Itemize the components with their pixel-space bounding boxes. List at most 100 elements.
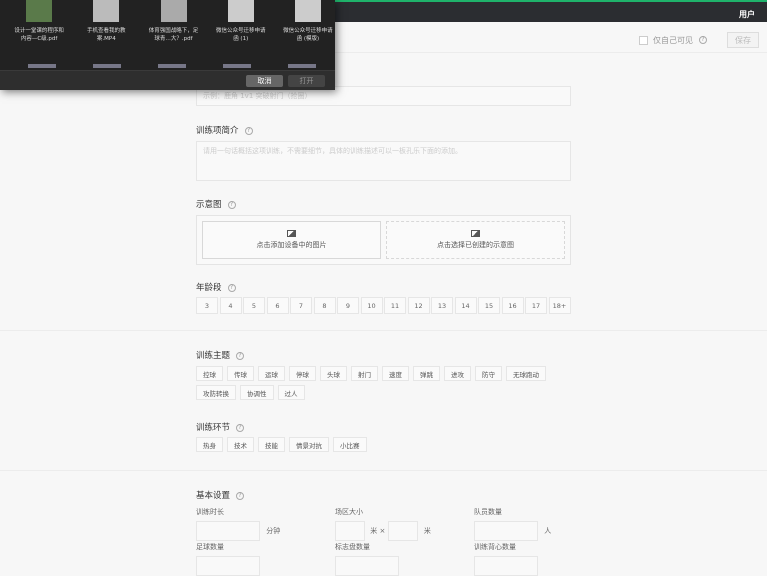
toolbar: 仅自己可见 ? 保存 [639, 32, 759, 48]
field-size-label: 场区大小 [335, 508, 363, 516]
age-label: 年龄段? [196, 281, 571, 293]
diagram-icon [471, 230, 480, 237]
age-option[interactable]: 9 [337, 297, 359, 314]
age-option[interactable]: 3 [196, 297, 218, 314]
duration-unit: 分钟 [266, 527, 281, 535]
theme-tag[interactable]: 协调性 [240, 385, 274, 400]
file-item[interactable]: 设计一堂课的程序和内容—C级.pdf [12, 0, 66, 43]
age-option[interactable]: 5 [243, 297, 265, 314]
file-thumbnail [160, 0, 187, 22]
theme-tag[interactable]: 头球 [320, 366, 347, 381]
file-name: 体育强国战略下，足球青…大？.pdf [148, 28, 199, 42]
theme-tag[interactable]: 进攻 [444, 366, 471, 381]
theme-tag[interactable]: 防守 [475, 366, 502, 381]
age-option[interactable]: 8 [313, 297, 336, 314]
help-icon[interactable]: ? [244, 126, 253, 135]
age-option[interactable]: 17 [525, 297, 547, 314]
basic-label: 基本设置? [196, 489, 571, 501]
cones-input[interactable] [335, 556, 399, 576]
help-icon[interactable]: ? [236, 491, 245, 500]
help-icon[interactable]: ? [227, 283, 236, 292]
cones-label: 标志盘数量 [335, 543, 370, 551]
theme-tag[interactable]: 攻防转换 [196, 385, 236, 400]
age-option[interactable]: 10 [360, 297, 383, 314]
file-item[interactable]: 手机查看我的教案.MP4 [79, 0, 133, 43]
help-icon[interactable]: ? [699, 36, 707, 44]
file-thumbnail [294, 0, 321, 22]
theme-tag[interactable]: 传球 [227, 366, 254, 381]
players-unit: 人 [544, 527, 552, 535]
stage-tag[interactable]: 小比赛 [333, 437, 367, 452]
divider [0, 330, 767, 331]
players-label: 队员数量 [474, 508, 502, 516]
intro-textarea[interactable]: 请用一句话概括这项训练，不需要细节，具体的训练描述可以一板孔乐下面的添加。 [196, 141, 571, 181]
file-name: 微信公众号迁移申请函 (模版) [283, 28, 333, 42]
select-diagram-button[interactable]: 点击选择已创建的示意图 [386, 221, 565, 259]
players-input[interactable] [474, 521, 538, 541]
theme-tag[interactable]: 停球 [289, 366, 316, 381]
file-thumbnail [26, 0, 53, 22]
file-item[interactable]: 微信公众号迁移申请函 (1) [214, 0, 268, 43]
stage-tag[interactable]: 技术 [227, 437, 254, 452]
age-option[interactable]: 11 [384, 297, 406, 314]
theme-tag[interactable]: 过人 [277, 385, 305, 400]
file-thumbnail [227, 0, 254, 22]
file-open-dialog: const tc=['#5a7a4a','#bbb','#aaa','#ccc'… [0, 0, 335, 90]
field-length-input[interactable] [335, 521, 365, 541]
help-icon[interactable]: ? [236, 423, 245, 432]
age-option[interactable]: 18+ [548, 297, 571, 314]
stage-tag[interactable]: 技能 [258, 437, 285, 452]
file-grid: const tc=['#5a7a4a','#bbb','#aaa','#ccc'… [0, 0, 335, 43]
age-option[interactable]: 15 [478, 297, 500, 314]
file-row-partial [28, 64, 316, 68]
stage-tag[interactable]: 情景对抗 [289, 437, 329, 452]
help-icon[interactable]: ? [227, 200, 236, 209]
field-width-input[interactable] [387, 521, 418, 541]
file-item[interactable]: 微信公众号迁移申请函 (模版) [281, 0, 335, 43]
age-option[interactable]: 13 [431, 297, 453, 314]
age-option[interactable]: 16 [501, 297, 524, 314]
vests-input[interactable] [474, 556, 538, 576]
diagram-label: 示意图? [196, 198, 571, 210]
user-name[interactable]: 用户 [739, 9, 755, 20]
intro-label: 训练项简介? [196, 124, 571, 136]
open-button[interactable]: 打开 [288, 75, 325, 87]
age-option[interactable]: 6 [266, 297, 289, 314]
duration-input[interactable] [196, 521, 260, 541]
image-icon [287, 230, 296, 237]
vests-label: 训练背心数量 [474, 543, 516, 551]
select-label: 点击选择已创建的示意图 [437, 241, 514, 249]
balls-label: 足球数量 [196, 543, 224, 551]
theme-tag[interactable]: 无球跑动 [506, 366, 546, 381]
diagram-box: 点击添加设备中的图片 点击选择已创建的示意图 [196, 215, 571, 265]
balls-input[interactable] [196, 556, 260, 576]
theme-tag[interactable]: 弹跳 [413, 366, 440, 381]
theme-options: for(let i=0;i<14;i++)document.write('<di… [196, 366, 556, 400]
stage-label: 训练环节? [196, 421, 571, 433]
stage-tag[interactable]: 热身 [196, 437, 223, 452]
age-option[interactable]: 4 [219, 297, 242, 314]
theme-tag[interactable]: 速度 [382, 366, 409, 381]
theme-tag[interactable]: 射门 [351, 366, 378, 381]
age-options: for(let i=0;i<16;i++)document.write('<di… [196, 297, 571, 314]
dialog-footer: 取消 打开 [0, 70, 335, 90]
upload-image-button[interactable]: 点击添加设备中的图片 [202, 221, 381, 259]
stage-options: for(let i=0;i<5;i++)document.write('<div… [196, 437, 571, 452]
upload-label: 点击添加设备中的图片 [256, 241, 327, 249]
theme-tag[interactable]: 运球 [258, 366, 285, 381]
cancel-button[interactable]: 取消 [246, 75, 283, 87]
meter-unit: 米 [370, 527, 378, 535]
file-name: 手机查看我的教案.MP4 [87, 28, 126, 42]
help-icon[interactable]: ? [236, 351, 245, 360]
duration-label: 训练时长 [196, 508, 224, 516]
theme-tag[interactable]: 控球 [196, 366, 223, 381]
private-checkbox[interactable] [639, 35, 648, 45]
save-button[interactable]: 保存 [727, 32, 759, 48]
age-option[interactable]: 12 [407, 297, 430, 314]
private-label: 仅自己可见 [653, 35, 693, 45]
file-item[interactable]: 体育强国战略下，足球青…大？.pdf [146, 0, 200, 43]
file-name: 设计一堂课的程序和内容—C级.pdf [14, 28, 64, 42]
file-name: 微信公众号迁移申请函 (1) [215, 28, 266, 42]
age-option[interactable]: 14 [454, 297, 477, 314]
age-option[interactable]: 7 [290, 297, 312, 314]
